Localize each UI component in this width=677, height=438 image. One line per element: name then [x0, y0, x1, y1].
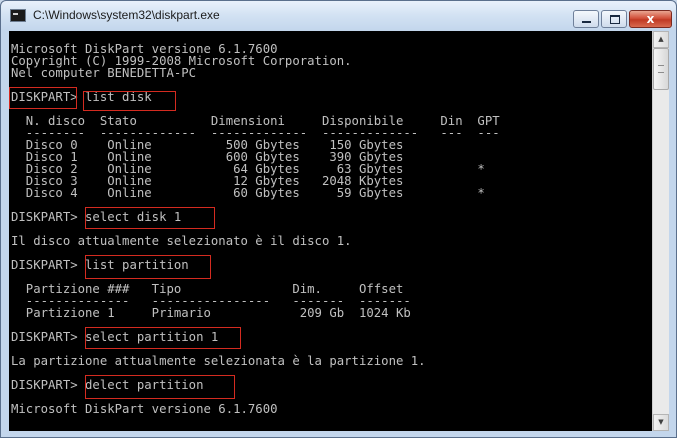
console-line: Nel computer BENEDETTA-PC	[11, 66, 197, 80]
console-line: Disco 4 Online 60 Gbytes 59 Gbytes *	[11, 186, 485, 200]
minimize-icon	[582, 21, 591, 23]
console-window: C:\Windows\system32\diskpart.exe x Micro…	[0, 0, 677, 438]
highlight-diskpart-prompt	[9, 87, 77, 109]
console-line: La partizione attualmente selezionata è …	[11, 354, 426, 368]
window-title: C:\Windows\system32\diskpart.exe	[33, 8, 220, 22]
highlight-list-disk	[83, 91, 176, 111]
console-app-icon[interactable]	[10, 9, 26, 22]
arrow-down-icon: ▼	[658, 418, 664, 426]
highlight-delect-partition	[85, 375, 235, 399]
title-bar[interactable]: C:\Windows\system32\diskpart.exe x	[1, 1, 676, 31]
scroll-down-button[interactable]: ▼	[653, 414, 669, 431]
vertical-scrollbar[interactable]: ▲ ▼	[652, 31, 669, 431]
maximize-icon	[610, 15, 620, 24]
minimize-button[interactable]	[573, 10, 599, 28]
console-line: Il disco attualmente selezionato è il di…	[11, 234, 352, 248]
scroll-thumb[interactable]	[653, 48, 669, 90]
close-button[interactable]: x	[629, 10, 672, 28]
arrow-up-icon: ▲	[658, 35, 664, 43]
console-line: Partizione 1 Primario 209 Gb 1024 Kb	[11, 306, 411, 320]
highlight-select-disk	[85, 207, 215, 229]
close-icon: x	[646, 12, 655, 26]
highlight-list-partition	[85, 255, 211, 279]
console-output-area[interactable]: Microsoft DiskPart versione 6.1.7600 Copy…	[9, 31, 652, 431]
console-line: Microsoft DiskPart versione 6.1.7600	[11, 402, 278, 416]
maximize-button[interactable]	[601, 10, 627, 28]
scroll-up-button[interactable]: ▲	[653, 31, 669, 48]
highlight-select-partition	[85, 327, 241, 349]
